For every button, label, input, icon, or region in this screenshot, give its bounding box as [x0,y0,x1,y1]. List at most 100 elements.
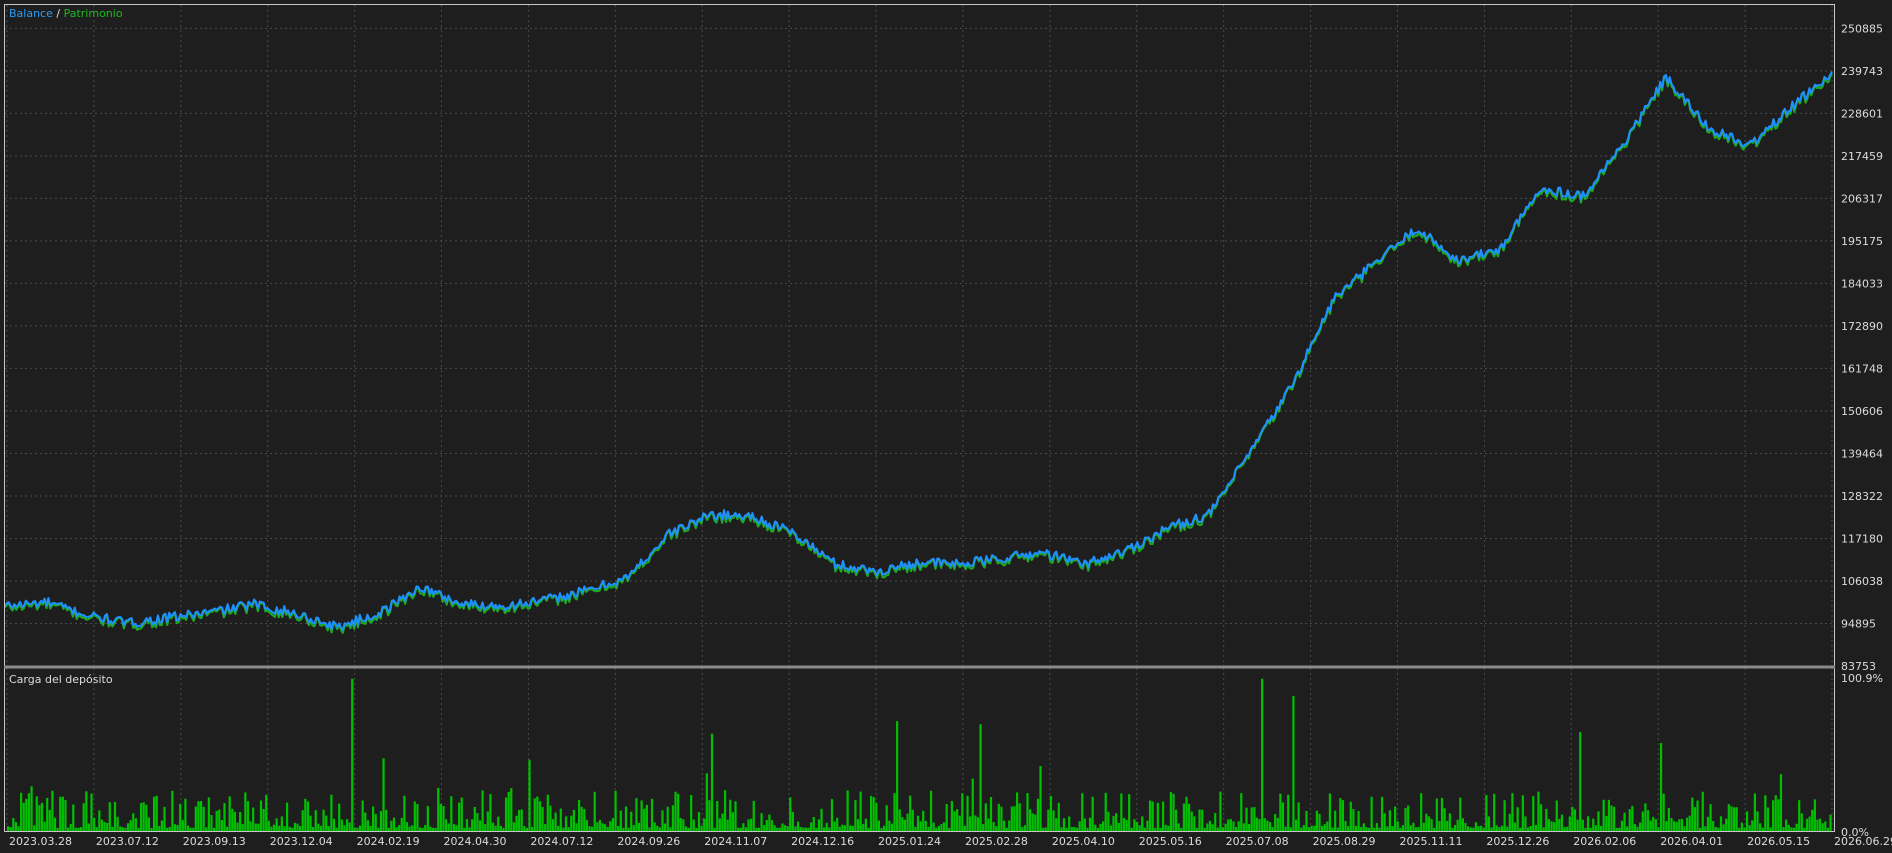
load-bar [1490,827,1493,831]
load-bar [400,817,403,831]
load-bar [1613,806,1616,831]
load-bar [1649,820,1652,831]
load-bar [752,800,755,831]
load-bar [1297,802,1300,831]
load-bar [51,790,54,831]
price-tick-label: 128322 [1841,490,1883,503]
load-bar [319,825,323,831]
load-bar [817,819,821,831]
load-bar [246,801,250,831]
load-bar [197,801,200,831]
load-bar [867,827,870,831]
load-bar [757,827,761,831]
load-bar [1049,795,1053,831]
load-bar [609,821,612,831]
load-bar [299,825,302,831]
load-bar [1177,823,1180,831]
load-bar [413,801,416,831]
load-bar [1599,825,1603,831]
load-bar [387,827,390,831]
load-bar [875,802,878,831]
load-bar [106,822,109,831]
load-bar [27,793,31,831]
load-bar [1620,820,1624,831]
load-bar [382,758,385,831]
load-bar [139,803,143,831]
load-bar [340,819,343,831]
load-bar [199,800,203,831]
load-bar [1412,822,1415,831]
load-bar [309,815,312,831]
load-bar [1440,797,1444,831]
load-bar [1248,824,1251,831]
load-bar [491,822,495,831]
load-bar [577,799,581,831]
time-tick-label: 2025.04.10 [1052,835,1115,848]
load-bar [1172,793,1175,831]
load-bar [1563,827,1566,831]
load-bar [439,803,443,831]
load-bar [1646,810,1650,831]
load-bar [1813,799,1816,831]
load-bar [1221,827,1225,831]
load-bar [1352,809,1355,831]
load-bar [1198,809,1201,831]
load-bar [833,821,836,831]
load-bar [1438,821,1441,831]
load-bar [1117,822,1120,831]
load-bar [916,815,920,831]
load-bar [1031,813,1034,831]
load-bar [445,819,448,831]
load-bar [942,822,946,831]
load-bar [648,827,651,831]
load-bar [901,817,904,831]
load-bar [1180,827,1183,831]
load-bar [1300,827,1303,831]
load-bar [1735,807,1738,831]
price-tick-label: 195175 [1841,235,1883,248]
load-bar [1722,824,1725,831]
load-bar [458,802,461,831]
load-bar [1018,803,1021,831]
load-bar [1743,827,1746,831]
load-bar [512,822,516,831]
load-bar [184,798,187,831]
load-bar [1227,819,1230,831]
load-bar [147,817,151,831]
load-bar [1566,826,1569,831]
load-bar [869,795,873,831]
load-bar [124,827,127,831]
load-bar [1547,819,1551,831]
load-bar [976,817,980,831]
load-bar [734,801,737,831]
load-bar [1081,793,1084,831]
load-bar [682,819,685,831]
load-bar [259,800,263,831]
load-bar [504,797,508,831]
load-bar [836,817,839,831]
load-bar [781,823,784,831]
load-bar [1422,822,1425,831]
load-bar [64,800,67,831]
load-bar [1326,821,1329,831]
load-bar [856,819,860,831]
load-bar [121,827,124,831]
load-bar [1125,819,1128,831]
time-tick-label: 2023.07.12 [96,835,159,848]
load-bar [1748,825,1751,831]
load-bar [418,827,422,831]
load-bar [1795,823,1798,831]
load-bar [1594,825,1597,831]
load-bar [233,811,237,831]
load-bar [465,819,469,831]
load-bar [72,804,75,831]
load-bar [296,823,299,831]
load-bar [1133,819,1136,831]
load-bar [799,827,802,831]
load-bar [1214,813,1217,831]
load-bar [768,814,771,831]
load-bar [523,825,526,831]
load-bar [1112,815,1115,831]
load-bar [1268,821,1272,831]
load-bar [366,820,370,831]
